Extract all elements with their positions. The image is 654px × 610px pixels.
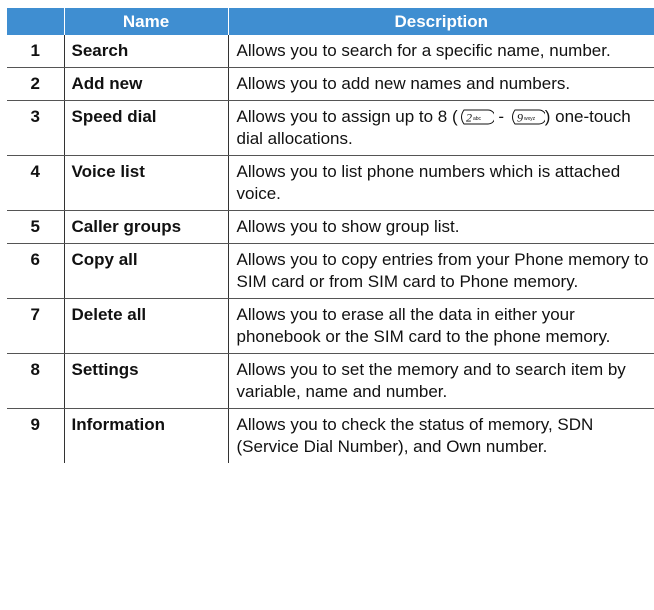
svg-text:wxyz: wxyz: [524, 116, 536, 122]
row-number: 9: [30, 415, 40, 434]
row-description: Allows you to search for a specific name…: [228, 35, 654, 68]
row-name: Search: [63, 35, 229, 68]
row-name: Voice list: [63, 155, 229, 211]
key-separator: -: [493, 107, 509, 126]
row-name: Settings: [63, 353, 229, 409]
svg-text:9: 9: [517, 111, 523, 125]
row-number: 8: [7, 353, 64, 409]
table-row: 1 Search Allows you to search for a spec…: [7, 35, 654, 68]
table-row: 9 Information Allows you to check the st…: [7, 408, 654, 463]
svg-text:abc: abc: [473, 116, 482, 122]
row-number: 3: [7, 100, 64, 156]
row-name: Copy all: [63, 243, 229, 299]
row-description: Allows you to show group list.: [228, 210, 654, 244]
table-row: 3 Speed dial Allows you to assign up to …: [7, 100, 654, 156]
svg-text:2: 2: [466, 111, 472, 125]
table-row: 6 Copy all Allows you to copy entries fr…: [7, 243, 654, 299]
row-description: Allows you to add new names and numbers.: [228, 67, 654, 101]
row-number: 5: [7, 210, 64, 244]
row-description: Allows you to check the status of memory…: [236, 415, 594, 456]
key-9-icon: 9 wxyz: [509, 109, 545, 125]
row-number: 7: [7, 298, 64, 354]
row-number: 1: [7, 35, 64, 68]
table-row: 2 Add new Allows you to add new names an…: [7, 67, 654, 101]
row-number: 6: [7, 243, 64, 299]
table-row: 8 Settings Allows you to set the memory …: [7, 353, 654, 409]
table-row: 7 Delete all Allows you to erase all the…: [7, 298, 654, 354]
row-name: Caller groups: [63, 210, 229, 244]
key-2-icon: 2 abc: [458, 109, 494, 125]
row-number: 4: [7, 155, 64, 211]
row-description: Allows you to assign up to 8 (2 abc - 9 wx…: [228, 100, 654, 156]
header-number: [7, 8, 64, 35]
row-name: Information: [63, 408, 229, 463]
row-description: Allows you to list phone numbers which i…: [228, 155, 654, 211]
row-description: Allows you to copy entries from your Pho…: [228, 243, 654, 299]
header-description: Description: [227, 8, 654, 35]
table-row: 5 Caller groups Allows you to show group…: [7, 210, 654, 244]
row-description: Allows you to set the memory and to sear…: [228, 353, 654, 409]
desc-text-start: Allows you to assign up to 8 (: [236, 107, 458, 126]
row-name: Add new: [63, 67, 229, 101]
row-description: Allows you to erase all the data in eith…: [228, 298, 654, 354]
table-row: 4 Voice list Allows you to list phone nu…: [7, 155, 654, 211]
table-header-row: Name Description: [7, 8, 654, 35]
header-name: Name: [63, 8, 228, 35]
row-name: Delete all: [63, 298, 229, 354]
phonebook-menu-table: Name Description 1 Search Allows you to …: [7, 8, 654, 463]
row-name: Speed dial: [63, 100, 229, 156]
row-number: 2: [7, 67, 64, 101]
